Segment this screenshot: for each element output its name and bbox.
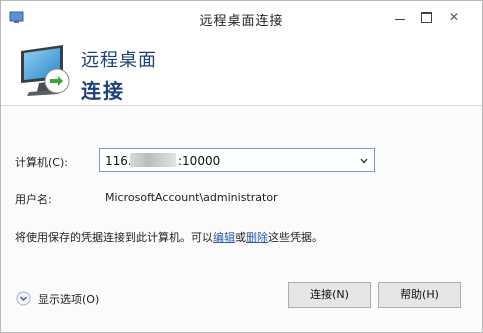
notice-text-before: 将使用保存的凭据连接到此计算机。可以 [15, 231, 213, 244]
rdp-window: 远程桌面连接 ✕ 远程桌面 连接 计算机(C): 116.:10000 用户名… [0, 0, 483, 333]
expand-chevron-icon[interactable] [16, 291, 31, 306]
maximize-button[interactable] [414, 8, 438, 26]
remote-desktop-monitor-icon [21, 45, 70, 96]
chevron-down-icon[interactable] [360, 157, 368, 165]
maximize-icon [421, 12, 432, 23]
header-title-line2: 连接 [81, 79, 125, 103]
notice-text-after: 这些凭据。 [268, 231, 323, 244]
computer-value-suffix: :10000 [178, 154, 221, 168]
show-options-label[interactable]: 显示选项(O) [38, 291, 99, 307]
credentials-notice: 将使用保存的凭据连接到此计算机。可以编辑或删除这些凭据。 [15, 229, 323, 245]
header-divider [1, 105, 482, 106]
close-icon: ✕ [448, 10, 460, 24]
username-label: 用户名: [15, 193, 52, 206]
computer-combobox[interactable]: 116. :10000 [99, 148, 375, 172]
close-button[interactable]: ✕ [442, 8, 466, 26]
delete-credentials-link[interactable]: 删除 [246, 231, 268, 244]
title-bar[interactable]: 远程桌面连接 ✕ [1, 1, 482, 35]
computer-value-prefix: 116. [105, 154, 132, 168]
edit-credentials-link[interactable]: 编辑 [213, 231, 235, 244]
notice-text-or: 或 [235, 231, 246, 244]
computer-label: 计算机(C): [15, 156, 68, 169]
help-button[interactable]: 帮助(H) [378, 282, 461, 308]
minimize-button[interactable] [389, 8, 413, 26]
header-title-line1: 远程桌面 [81, 50, 157, 71]
header-banner: 远程桌面 连接 [1, 35, 482, 105]
username-value: MicrosoftAccount\administrator [105, 191, 278, 204]
redacted-region [130, 153, 176, 167]
connect-button[interactable]: 连接(N) [288, 282, 371, 308]
minimize-icon [395, 19, 405, 20]
